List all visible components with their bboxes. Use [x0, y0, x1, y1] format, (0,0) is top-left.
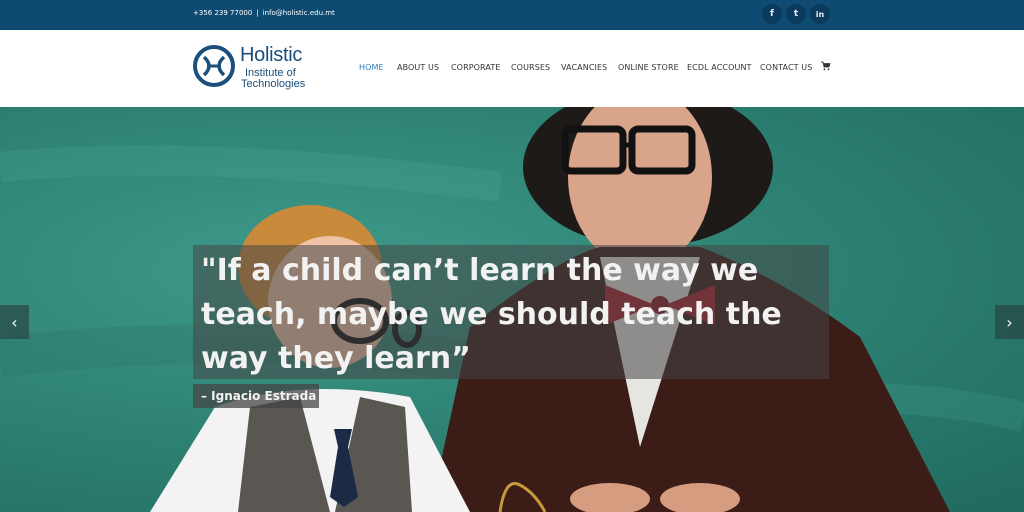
nav-online-store[interactable]: ONLINE STORE: [618, 63, 679, 72]
logo-subtitle-2[interactable]: Technologies: [241, 78, 305, 90]
nav-courses[interactable]: COURSES: [511, 63, 550, 72]
hero-slider: "If a child can’t learn the way we teach…: [0, 107, 1024, 512]
holistic-logo-icon[interactable]: [193, 45, 235, 87]
twitter-icon[interactable]: t: [786, 4, 806, 24]
nav-contact-us[interactable]: CONTACT US: [760, 63, 812, 72]
slider-author: – Ignacio Estrada: [201, 389, 317, 403]
contact-info: +356 239 77000 | info@holistic.edu.mt: [193, 9, 335, 17]
nav-corporate[interactable]: CORPORATE: [451, 63, 501, 72]
top-bar: +356 239 77000 | info@holistic.edu.mt f t …: [0, 0, 1024, 30]
chevron-right-icon: ›: [1006, 312, 1013, 332]
facebook-icon[interactable]: f: [762, 4, 782, 24]
nav-vacancies[interactable]: VACANCIES: [561, 63, 607, 72]
phone-number[interactable]: +356 239 77000: [193, 9, 252, 17]
slider-prev-button[interactable]: ‹: [0, 305, 29, 339]
chevron-left-icon: ‹: [11, 312, 18, 332]
nav-home[interactable]: HOME: [359, 63, 384, 72]
site-header: Holistic Institute of Technologies HOME …: [0, 30, 1024, 107]
slider-quote: "If a child can’t learn the way we teach…: [201, 253, 782, 376]
nav-ecdl-account[interactable]: ECDL ACCOUNT: [687, 63, 752, 72]
contact-separator: |: [256, 9, 259, 17]
cart-icon[interactable]: [821, 61, 831, 71]
logo-title[interactable]: Holistic: [240, 44, 302, 67]
linkedin-icon[interactable]: in: [810, 4, 830, 24]
slider-next-button[interactable]: ›: [995, 305, 1024, 339]
email-link[interactable]: info@holistic.edu.mt: [263, 9, 335, 17]
nav-about-us[interactable]: ABOUT US: [397, 63, 439, 72]
